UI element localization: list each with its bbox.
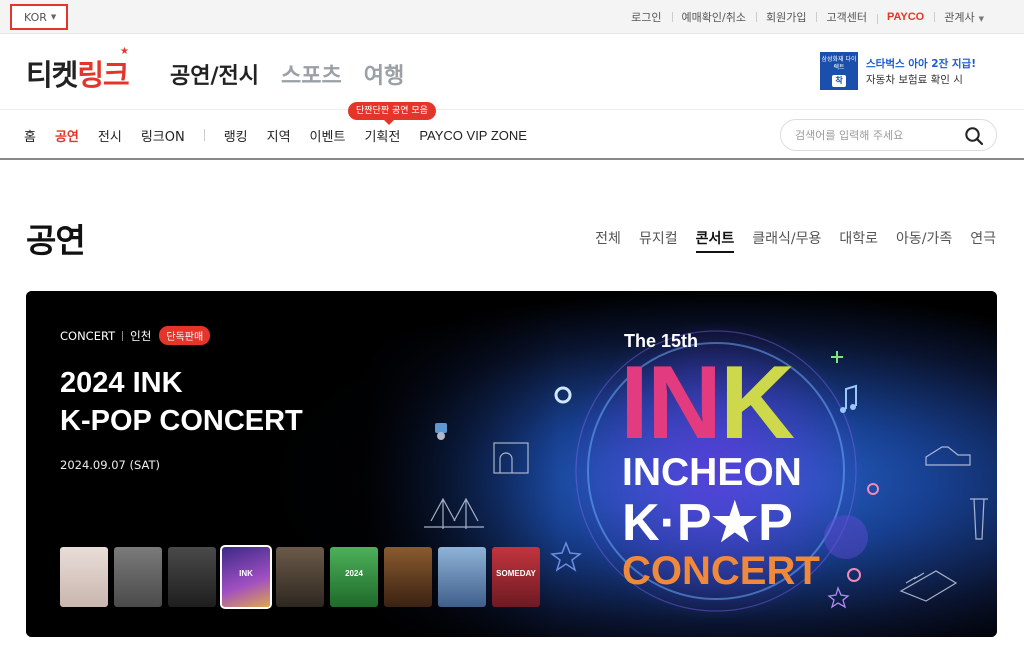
nav-item-event[interactable]: 이벤트 bbox=[310, 126, 346, 145]
genre-tab-kids[interactable]: 아동/가족 bbox=[896, 228, 952, 253]
nav-item-special[interactable]: 기획전 bbox=[364, 126, 400, 145]
insurance-ad-banner[interactable]: 삼성화재 다이렉트 착 스타벅스 아아 2잔 지급! 자동차 보험료 확인 시 bbox=[820, 52, 1000, 92]
nav-divider bbox=[203, 129, 205, 141]
search-input[interactable] bbox=[795, 127, 955, 143]
poster-concert: CONCERT bbox=[622, 549, 820, 593]
payco-link[interactable]: PAYCO bbox=[876, 11, 934, 24]
logo-text-red: 링크 bbox=[77, 58, 129, 92]
logo-text-black: 티켓 bbox=[26, 58, 78, 92]
nav-item-exhibition[interactable]: 전시 bbox=[98, 126, 122, 145]
poster-kpop: K·P★P bbox=[622, 494, 793, 552]
nav-item-performance[interactable]: 공연 bbox=[55, 126, 79, 145]
poster-ink-logo: INK bbox=[620, 345, 795, 461]
ad-card-text: 삼성화재 다이렉트 bbox=[821, 56, 857, 71]
genre-tab-classic[interactable]: 클래식/무용 bbox=[752, 228, 821, 253]
hero-title-line1: 2024 INK bbox=[60, 367, 183, 399]
affiliates-label: 관계사 bbox=[944, 11, 975, 24]
chevron-down-icon: ▼ bbox=[978, 15, 984, 23]
ad-subline: 자동차 보험료 확인 시 bbox=[866, 74, 963, 86]
hero-date: 2024.09.07 (SAT) bbox=[60, 458, 160, 472]
genre-tab-daehakro[interactable]: 대학로 bbox=[839, 228, 878, 253]
thumbnail-9[interactable]: SOMEDAY bbox=[492, 547, 540, 607]
tab-travel[interactable]: 여행 bbox=[364, 58, 404, 90]
hero-meta: CONCERT 인천 단독판매 bbox=[60, 326, 211, 345]
thumbnail-8[interactable] bbox=[438, 547, 486, 607]
nav-item-ranking[interactable]: 랭킹 bbox=[224, 126, 248, 145]
meta-divider bbox=[122, 330, 124, 341]
language-label: KOR bbox=[24, 10, 47, 24]
utility-bar: KOR ▼ 로그인 예매확인/취소 회원가입 고객센터 PAYCO 관계사 ▼ bbox=[0, 0, 1024, 34]
customer-center-link[interactable]: 고객센터 bbox=[816, 9, 876, 25]
genre-tab-concert[interactable]: 콘서트 bbox=[695, 228, 735, 253]
search-box bbox=[780, 119, 997, 151]
site-header: 티켓링크 ★ 공연/전시 스포츠 여행 삼성화재 다이렉트 착 스타벅스 아아 … bbox=[0, 34, 1024, 110]
thumbnail-6-label: 2024 bbox=[345, 569, 363, 578]
ad-card-mark: 착 bbox=[832, 75, 846, 87]
nav-item-payco-vip[interactable]: PAYCO VIP ZONE bbox=[419, 128, 527, 143]
chevron-down-icon: ▼ bbox=[50, 13, 57, 21]
language-selector[interactable]: KOR ▼ bbox=[10, 4, 68, 30]
main-tabs: 공연/전시 스포츠 여행 bbox=[170, 58, 404, 90]
hero-banner[interactable]: CONCERT 인천 단독판매 2024 INK K-POP CONCERT 2… bbox=[26, 291, 997, 637]
affiliates-dropdown[interactable]: 관계사 ▼ bbox=[934, 9, 994, 25]
thumbnail-2[interactable] bbox=[114, 547, 162, 607]
ad-headline: 스타벅스 아아 2잔 지급! bbox=[866, 58, 977, 70]
login-link[interactable]: 로그인 bbox=[621, 9, 671, 25]
hero-region: 인천 bbox=[130, 328, 152, 343]
nav-items: 홈 공연 전시 링크ON 랭킹 지역 이벤트 기획전 PAYCO VIP ZON… bbox=[24, 110, 546, 160]
genre-tabs: 전체 뮤지컬 콘서트 클래식/무용 대학로 아동/가족 연극 bbox=[595, 228, 996, 253]
page-title: 공연 bbox=[26, 221, 86, 260]
thumbnail-4[interactable]: INK bbox=[220, 545, 272, 609]
genre-tab-all[interactable]: 전체 bbox=[595, 228, 621, 253]
category-nav: 홈 공연 전시 링크ON 랭킹 지역 이벤트 기획전 PAYCO VIP ZON… bbox=[0, 102, 1024, 160]
tab-sports[interactable]: 스포츠 bbox=[281, 58, 342, 90]
nav-item-region[interactable]: 지역 bbox=[267, 126, 291, 145]
hero-category: CONCERT bbox=[60, 328, 116, 343]
nav-item-home[interactable]: 홈 bbox=[24, 126, 36, 145]
thumbnail-1[interactable] bbox=[60, 547, 108, 607]
thumbnail-6[interactable]: 2024 bbox=[330, 547, 378, 607]
search-icon[interactable] bbox=[964, 126, 984, 146]
thumbnail-7[interactable] bbox=[384, 547, 432, 607]
thumbnail-9-label: SOMEDAY bbox=[496, 569, 536, 578]
nav-item-linkon[interactable]: 링크ON bbox=[141, 126, 185, 145]
genre-tab-musical[interactable]: 뮤지컬 bbox=[639, 228, 678, 253]
hero-thumbnail-strip: INK 2024 SOMEDAY bbox=[60, 545, 540, 609]
signup-link[interactable]: 회원가입 bbox=[755, 9, 816, 25]
insurance-card-icon: 삼성화재 다이렉트 착 bbox=[820, 52, 858, 90]
utility-links: 로그인 예매확인/취소 회원가입 고객센터 PAYCO 관계사 ▼ bbox=[621, 0, 994, 34]
thumbnail-4-label: INK bbox=[239, 569, 253, 578]
hero-title-line2: K-POP CONCERT bbox=[60, 405, 303, 437]
star-icon: ★ bbox=[120, 46, 129, 57]
exclusive-badge: 단독판매 bbox=[159, 326, 211, 345]
tab-performance-exhibition[interactable]: 공연/전시 bbox=[170, 58, 259, 90]
thumbnail-5[interactable] bbox=[276, 547, 324, 607]
genre-tab-play[interactable]: 연극 bbox=[970, 228, 996, 253]
ticketlink-logo[interactable]: 티켓링크 ★ bbox=[26, 46, 130, 94]
special-tooltip: 단짠단짠 공연 모음 bbox=[348, 102, 436, 125]
poster-incheon: INCHEON bbox=[622, 451, 802, 494]
reservation-check-link[interactable]: 예매확인/취소 bbox=[671, 9, 756, 25]
thumbnail-3[interactable] bbox=[168, 547, 216, 607]
